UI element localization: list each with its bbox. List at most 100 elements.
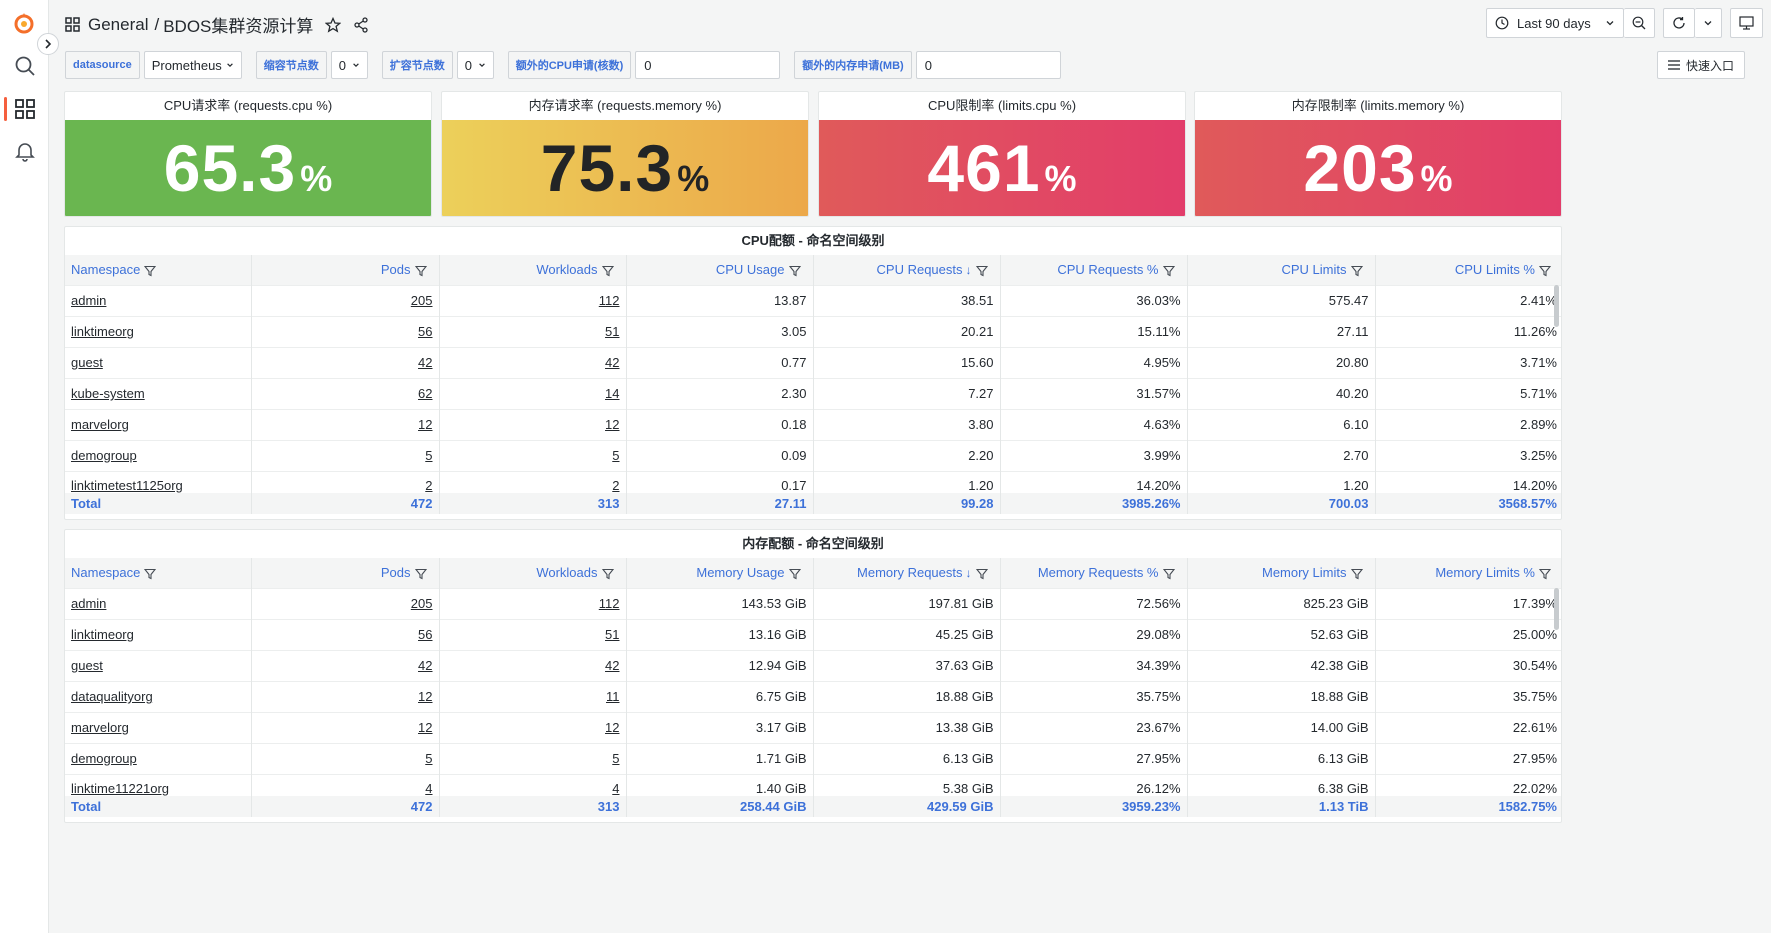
namespace-link[interactable]: kube-system [71,386,145,401]
namespace-link[interactable]: admin [71,596,106,611]
pods-link[interactable]: 5 [425,751,432,766]
workloads-link[interactable]: 51 [605,324,619,339]
filter-icon[interactable] [601,265,614,277]
pods-link[interactable]: 42 [418,658,432,673]
pods-link[interactable]: 4 [425,781,432,796]
filter-icon[interactable] [601,568,614,580]
filter-icon[interactable] [1539,265,1551,277]
column-header[interactable]: CPU Limits % [1375,255,1561,285]
workloads-link[interactable]: 11 [606,689,620,704]
namespace-link[interactable]: admin [71,293,106,308]
namespace-link[interactable]: marvelorg [71,417,129,432]
workloads-link[interactable]: 12 [605,720,619,735]
pods-link[interactable]: 56 [418,324,432,339]
filter-icon[interactable] [1162,568,1175,580]
namespace-link[interactable]: demogroup [71,751,137,766]
namespace-link[interactable]: dataqualityorg [71,689,153,704]
column-header[interactable]: CPU Requests % [1000,255,1188,285]
column-header[interactable]: Namespace [65,255,252,285]
filter-icon[interactable] [788,568,801,580]
extra-cpu-input[interactable]: 0 [635,51,781,79]
dashboards-icon[interactable] [14,98,36,120]
workloads-link[interactable]: 5 [612,751,619,766]
dashboard-title[interactable]: BDOS集群资源计算 [163,12,313,37]
workloads-link[interactable]: 4 [612,781,619,796]
filter-icon[interactable] [975,568,988,580]
workloads-link[interactable]: 112 [599,596,620,611]
zoom-out-button[interactable] [1624,8,1655,38]
filter-icon[interactable] [1350,568,1363,580]
datasource-select[interactable]: Prometheus [143,51,242,79]
filter-icon[interactable] [975,265,988,277]
pods-link[interactable]: 2 [425,478,432,493]
namespace-link[interactable]: guest [71,355,103,370]
pods-link[interactable]: 42 [418,355,432,370]
pods-link[interactable]: 205 [411,596,433,611]
workloads-link[interactable]: 5 [612,448,619,463]
column-header[interactable]: CPU Usage [626,255,814,285]
namespace-link[interactable]: linktime11221org [71,781,169,796]
table-scrollbar[interactable] [1554,285,1559,327]
filter-icon[interactable] [1162,265,1175,277]
workloads-link[interactable]: 12 [605,417,619,432]
column-header[interactable]: Namespace [65,558,252,588]
pods-link[interactable]: 12 [418,720,432,735]
filter-icon[interactable] [788,265,801,277]
extra-memory-input[interactable]: 0 [915,51,1061,79]
workloads-link[interactable]: 112 [599,293,620,308]
sort-descending-icon[interactable]: ↓ [966,263,972,277]
breadcrumb-folder[interactable]: General [88,15,148,35]
filter-icon[interactable] [144,265,157,277]
share-button[interactable] [353,16,369,33]
refresh-button[interactable] [1663,8,1695,38]
sort-descending-icon[interactable]: ↓ [966,566,972,580]
filter-icon[interactable] [414,265,427,277]
workloads-link[interactable]: 2 [612,478,619,493]
shrink-nodes-select[interactable]: 0 [330,51,368,79]
workloads-link[interactable]: 51 [605,627,619,642]
tv-mode-button[interactable] [1730,8,1763,38]
namespace-link[interactable]: demogroup [71,448,137,463]
column-header[interactable]: Memory Limits [1187,558,1376,588]
pods-link[interactable]: 12 [418,689,432,704]
column-header[interactable]: CPU Limits [1187,255,1376,285]
column-header[interactable]: Pods [251,255,440,285]
column-header[interactable]: Memory Requests ↓ [813,558,1001,588]
pods-link[interactable]: 62 [418,386,432,401]
column-header[interactable]: Memory Requests % [1000,558,1188,588]
namespace-link[interactable]: marvelorg [71,720,129,735]
grafana-logo-icon[interactable] [12,11,36,35]
quick-entry-button[interactable]: 快速入口 [1656,51,1745,79]
namespace-link[interactable]: linktimeorg [71,627,134,642]
workloads-link[interactable]: 42 [605,658,619,673]
namespace-link[interactable]: linktimeorg [71,324,134,339]
column-header[interactable]: Pods [251,558,440,588]
pods-link[interactable]: 12 [418,417,432,432]
table-scrollbar[interactable] [1554,588,1559,630]
pods-link[interactable]: 56 [418,627,432,642]
column-header[interactable]: Memory Usage [626,558,814,588]
star-button[interactable] [325,16,342,33]
workloads-link[interactable]: 42 [605,355,619,370]
search-icon[interactable] [14,55,36,77]
namespace-cell: linktimeorg [65,618,252,650]
time-picker-button[interactable]: Last 90 days [1486,8,1624,38]
filter-icon[interactable] [414,568,427,580]
filter-icon[interactable] [1350,265,1363,277]
namespace-link[interactable]: guest [71,658,103,673]
expand-sidebar-button[interactable] [37,33,59,55]
column-header[interactable]: Memory Limits % [1375,558,1561,588]
column-header[interactable]: Workloads [439,255,627,285]
expand-nodes-select[interactable]: 0 [456,51,494,79]
workloads-link[interactable]: 14 [605,386,619,401]
table-cell: 13.87 [626,284,814,316]
refresh-interval-button[interactable] [1695,8,1722,38]
column-header[interactable]: CPU Requests ↓ [813,255,1001,285]
pods-link[interactable]: 5 [425,448,432,463]
column-header[interactable]: Workloads [439,558,627,588]
pods-link[interactable]: 205 [411,293,433,308]
bell-icon[interactable] [14,140,36,162]
filter-icon[interactable] [1539,568,1551,580]
filter-icon[interactable] [144,568,157,580]
namespace-link[interactable]: linktimetest1125org [71,478,183,493]
